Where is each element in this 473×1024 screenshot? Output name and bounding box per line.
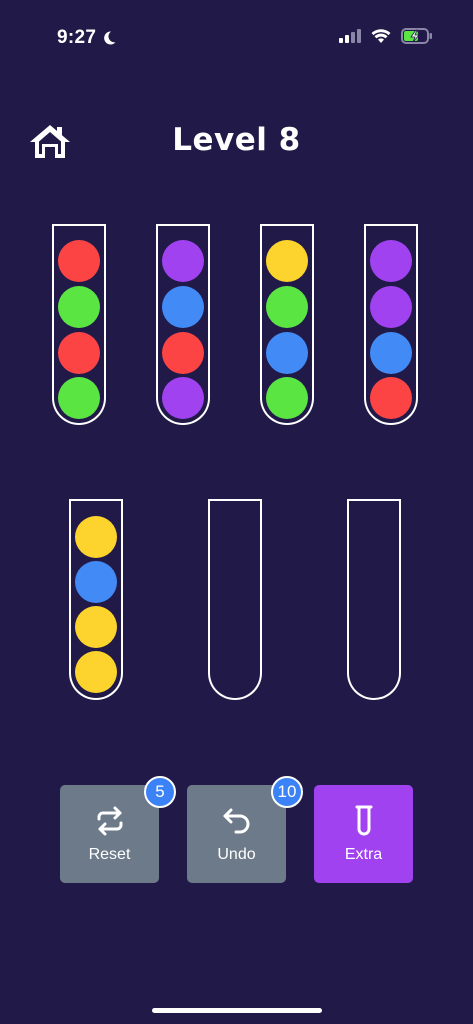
ball — [162, 240, 204, 282]
ball — [58, 286, 100, 328]
ball — [162, 377, 204, 419]
tube-7[interactable] — [347, 499, 401, 700]
ball — [75, 651, 117, 693]
tube-2[interactable] — [156, 224, 210, 425]
ball — [58, 332, 100, 374]
ball — [370, 377, 412, 419]
tube-4[interactable] — [364, 224, 418, 425]
test-tube-icon — [355, 805, 372, 836]
ball — [58, 240, 100, 282]
undo-icon — [223, 808, 249, 834]
ball — [266, 286, 308, 328]
undo-count-badge: 10 — [271, 776, 303, 808]
reset-count-badge: 5 — [144, 776, 176, 808]
undo-label: Undo — [217, 846, 256, 863]
tube-6[interactable] — [208, 499, 262, 700]
wifi-icon — [371, 28, 391, 43]
reset-button[interactable]: Reset 5 — [60, 776, 176, 883]
ball — [266, 332, 308, 374]
level-title: Level 8 — [172, 122, 301, 158]
ball — [370, 240, 412, 282]
ball — [75, 561, 117, 603]
ball — [162, 332, 204, 374]
extra-label: Extra — [344, 846, 383, 863]
ball — [162, 286, 204, 328]
reset-label: Reset — [88, 846, 131, 863]
signal-icon — [339, 29, 361, 43]
time-label: 9:27 — [57, 27, 97, 48]
undo-button[interactable]: Undo 10 — [187, 776, 303, 883]
ball — [370, 332, 412, 374]
tube-1[interactable] — [52, 224, 106, 425]
repeat-icon — [97, 806, 122, 836]
ball — [370, 286, 412, 328]
status-icons — [339, 28, 433, 44]
battery-charging-icon — [401, 28, 432, 44]
extra-button[interactable]: Extra — [314, 785, 413, 883]
tube-3[interactable] — [260, 224, 314, 425]
status-time: 9:27 — [57, 27, 117, 49]
home-indicator — [152, 1008, 322, 1013]
ball — [75, 516, 117, 558]
ball — [58, 377, 100, 419]
ball — [266, 377, 308, 419]
tube-5[interactable] — [69, 499, 123, 700]
ball — [75, 606, 117, 648]
ball — [266, 240, 308, 282]
moon-icon — [104, 31, 116, 45]
